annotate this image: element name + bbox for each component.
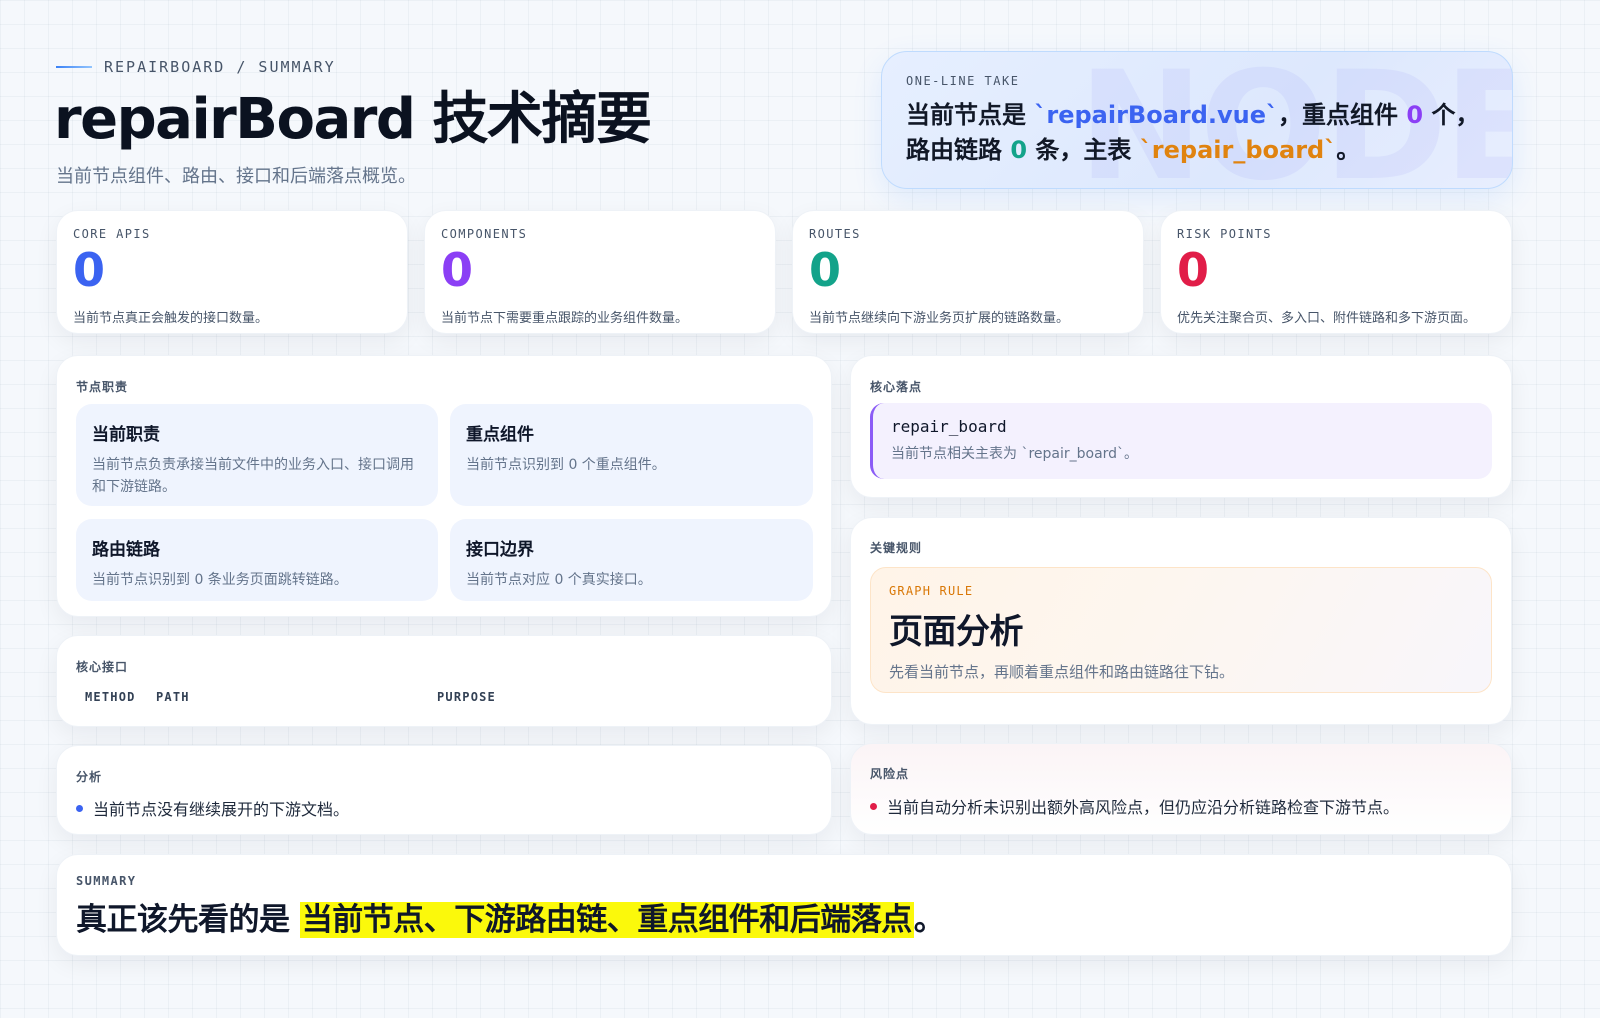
- duty-title: 重点组件: [466, 425, 534, 445]
- landing-text: 当前节点相关主表为 `repair_board`。: [891, 446, 1139, 462]
- stat-description: 当前节点下需要重点跟踪的业务组件数量。: [441, 311, 689, 326]
- analysis-text: 当前节点没有继续展开的下游文档。: [93, 800, 350, 819]
- duty-components: 重点组件 当前节点识别到 0 个重点组件。: [450, 404, 813, 506]
- stat-card-routes: ROUTES 0 当前节点继续向下游业务页扩展的链路数量。: [792, 210, 1144, 334]
- stat-value: 0: [1177, 243, 1210, 297]
- page-title: repairBoard 技术摘要: [54, 87, 652, 152]
- summary-label: SUMMARY: [76, 874, 137, 888]
- section-label: 节点职责: [76, 380, 129, 394]
- column-header-method: METHOD: [85, 690, 136, 704]
- stat-description: 优先关注聚合页、多入口、附件链路和多下游页面。: [1177, 311, 1477, 326]
- section-label: 核心接口: [76, 660, 129, 674]
- duty-text: 当前节点负责承接当前文件中的业务入口、接口调用和下游链路。: [92, 457, 414, 495]
- list-item: 当前节点没有继续展开的下游文档。: [76, 796, 349, 820]
- core-landing-card: 核心落点 repair_board 当前节点相关主表为 `repair_boar…: [850, 355, 1512, 498]
- duty-text: 当前节点对应 0 个真实接口。: [466, 572, 652, 588]
- key-rules-card: 关键规则 GRAPH RULE 页面分析 先看当前节点，再顺着重点组件和路由链路…: [850, 517, 1512, 725]
- bullet-dot-icon: [870, 802, 877, 810]
- stat-label: CORE APIS: [73, 227, 151, 241]
- take-components-count: 0: [1406, 101, 1424, 129]
- summary-highlight: 当前节点、下游路由链、重点组件和后端落点: [299, 902, 914, 938]
- take-part: 条，主表: [1027, 136, 1140, 164]
- landing-item: repair_board 当前节点相关主表为 `repair_board`。: [870, 403, 1492, 479]
- summary-tail: 。: [913, 902, 945, 938]
- take-table: `repair_board`: [1139, 136, 1337, 164]
- rule-title: 页面分析: [889, 612, 1024, 652]
- stat-label: COMPONENTS: [441, 227, 528, 241]
- take-text: 当前节点是 `repairBoard.vue`，重点组件 0 个，路由链路 0 …: [906, 98, 1488, 168]
- risk-points-card: 风险点 当前自动分析未识别出额外高风险点，但仍应沿分析链路检查下游节点。: [850, 743, 1512, 835]
- section-label: 关键规则: [870, 541, 923, 555]
- one-line-take-card: NODE ONE-LINE TAKE 当前节点是 `repairBoard.vu…: [881, 51, 1513, 189]
- take-file: `repairBoard.vue`: [1034, 101, 1279, 129]
- stat-description: 当前节点真正会触发的接口数量。: [73, 311, 269, 326]
- duty-title: 路由链路: [92, 540, 160, 560]
- bullet-dot-icon: [76, 804, 83, 812]
- column-header-path: PATH: [156, 690, 190, 704]
- eyebrow-line: [56, 66, 92, 68]
- core-apis-card: 核心接口 METHOD PATH PURPOSE: [56, 635, 832, 727]
- list-item: 当前自动分析未识别出额外高风险点，但仍应沿分析链路检查下游节点。: [870, 794, 1399, 818]
- analysis-card: 分析 当前节点没有继续展开的下游文档。: [56, 745, 832, 835]
- section-label: 核心落点: [870, 380, 923, 394]
- stat-card-core-apis: CORE APIS 0 当前节点真正会触发的接口数量。: [56, 210, 408, 334]
- take-part: ，重点组件: [1278, 101, 1407, 129]
- stat-card-components: COMPONENTS 0 当前节点下需要重点跟踪的业务组件数量。: [424, 210, 776, 334]
- stat-description: 当前节点继续向下游业务页扩展的链路数量。: [809, 311, 1070, 326]
- risk-text: 当前自动分析未识别出额外高风险点，但仍应沿分析链路检查下游节点。: [887, 798, 1400, 817]
- summary-lead: 真正该先看的是: [76, 902, 300, 938]
- duty-title: 当前职责: [92, 425, 160, 445]
- rule-text: 先看当前节点，再顺着重点组件和路由链路往下钻。: [889, 663, 1235, 681]
- stat-label: ROUTES: [809, 227, 861, 241]
- take-part: 。: [1336, 136, 1361, 164]
- take-label: ONE-LINE TAKE: [906, 74, 1020, 88]
- section-label: 风险点: [870, 767, 910, 781]
- summary-card: SUMMARY 真正该先看的是 当前节点、下游路由链、重点组件和后端落点。: [56, 854, 1512, 956]
- breadcrumb: REPAIRBOARD / SUMMARY: [56, 58, 336, 76]
- stat-label: RISK POINTS: [1177, 227, 1272, 241]
- rule-tag: GRAPH RULE: [889, 584, 974, 598]
- landing-table-name: repair_board: [891, 417, 1007, 436]
- column-header-purpose: PURPOSE: [437, 690, 496, 704]
- duty-routes: 路由链路 当前节点识别到 0 条业务页面跳转链路。: [76, 519, 438, 601]
- stat-card-risk-points: RISK POINTS 0 优先关注聚合页、多入口、附件链路和多下游页面。: [1160, 210, 1512, 334]
- stat-value: 0: [73, 243, 106, 297]
- graph-rule-box: GRAPH RULE 页面分析 先看当前节点，再顺着重点组件和路由链路往下钻。: [870, 567, 1492, 693]
- stat-value: 0: [441, 243, 474, 297]
- section-label: 分析: [76, 770, 103, 784]
- breadcrumb-text: REPAIRBOARD / SUMMARY: [104, 58, 336, 76]
- take-routes-count: 0: [1010, 136, 1028, 164]
- page-subtitle: 当前节点组件、路由、接口和后端落点概览。: [56, 166, 416, 187]
- take-part: 当前节点是: [906, 101, 1035, 129]
- duty-text: 当前节点识别到 0 条业务页面跳转链路。: [92, 572, 348, 588]
- duty-api-boundary: 接口边界 当前节点对应 0 个真实接口。: [450, 519, 813, 601]
- stat-value: 0: [809, 243, 842, 297]
- summary-text: 真正该先看的是 当前节点、下游路由链、重点组件和后端落点。: [76, 894, 1492, 939]
- duty-current: 当前职责 当前节点负责承接当前文件中的业务入口、接口调用和下游链路。: [76, 404, 438, 506]
- duty-text: 当前节点识别到 0 个重点组件。: [466, 457, 666, 473]
- node-duties-card: 节点职责 当前职责 当前节点负责承接当前文件中的业务入口、接口调用和下游链路。 …: [56, 355, 832, 617]
- duty-title: 接口边界: [466, 540, 534, 560]
